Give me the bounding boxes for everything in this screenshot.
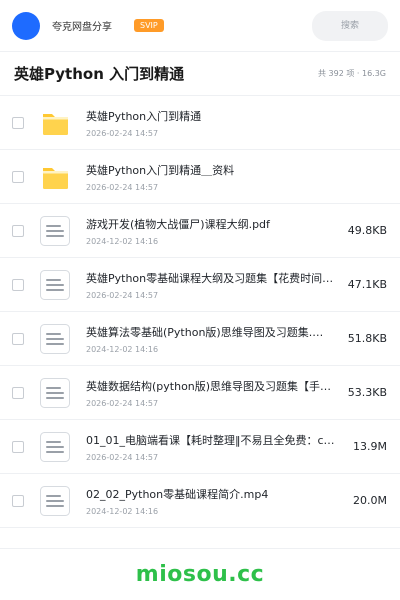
select-checkbox[interactable] <box>12 116 24 129</box>
file-date: 2026-02-24 14:57 <box>86 128 159 138</box>
footer: miosou.cc <box>0 548 400 600</box>
file-name: 游戏开发(植物大战僵尸)课程大纲.pdf <box>86 217 270 231</box>
folder-icon <box>38 160 72 194</box>
document-icon <box>38 484 72 518</box>
file-date: 2024-12-02 14:16 <box>86 344 159 354</box>
brand-watermark: miosou.cc <box>135 562 265 587</box>
file-meta: 英雄算法零基础(Python版)思维导图及习题集.… 2024-12-02 14… <box>86 324 336 354</box>
select-checkbox[interactable] <box>12 332 24 345</box>
file-date: 2026-02-24 14:57 <box>86 452 159 462</box>
select-checkbox[interactable] <box>12 386 24 399</box>
search-input[interactable] <box>312 10 388 41</box>
page-title: 英雄Python 入门到精通 <box>14 65 185 83</box>
avatar[interactable] <box>12 11 40 40</box>
file-row[interactable]: 02_02_Python零基础课程简介.mp4 2024-12-02 14:16… <box>0 474 400 528</box>
title-bar: 英雄Python 入门到精通 共 392 项 · 16.3G <box>0 52 400 96</box>
owner-name: 夸克网盘分享 <box>52 22 112 33</box>
file-name: 02_02_Python零基础课程简介.mp4 <box>86 487 269 501</box>
document-icon <box>38 430 72 464</box>
file-size: 53.3KB <box>347 386 387 399</box>
file-meta: 游戏开发(植物大战僵尸)课程大纲.pdf 2024-12-02 14:16 <box>86 216 336 246</box>
file-meta: 01_01_电脑端看课【耗时整理‖不易且全免费：c… 2026-02-24 14… <box>86 432 341 462</box>
share-page: 夸克网盘分享 SVIP 英雄Python 入门到精通 共 392 项 · 16.… <box>0 0 400 600</box>
document-icon <box>38 268 72 302</box>
svip-badge: SVIP <box>134 19 164 32</box>
file-row[interactable]: 英雄Python入门到精通＿资料 2026-02-24 14:57 <box>0 150 400 204</box>
file-name: 英雄Python零基础课程大纲及习题集【花费时间‖… <box>86 271 336 285</box>
file-date: 2026-02-24 14:57 <box>86 290 159 300</box>
file-date: 2026-02-24 14:57 <box>86 398 159 408</box>
file-row[interactable]: 英雄Python入门到精通 2026-02-24 14:57 <box>0 96 400 150</box>
file-name: 英雄Python入门到精通＿资料 <box>86 163 235 177</box>
file-name: 英雄算法零基础(Python版)思维导图及习题集.… <box>86 325 324 339</box>
file-meta: 02_02_Python零基础课程简介.mp4 2024-12-02 14:16 <box>86 486 341 516</box>
folder-icon <box>38 106 72 140</box>
file-size: 13.9M <box>353 440 387 453</box>
document-icon <box>38 376 72 410</box>
file-row[interactable]: 游戏开发(植物大战僵尸)课程大纲.pdf 2024-12-02 14:16 49… <box>0 204 400 258</box>
select-checkbox[interactable] <box>12 494 24 507</box>
share-header: 夸克网盘分享 SVIP <box>0 0 400 52</box>
file-date: 2026-02-24 14:57 <box>86 182 159 192</box>
file-row[interactable]: 01_01_电脑端看课【耗时整理‖不易且全免费：c… 2026-02-24 14… <box>0 420 400 474</box>
file-size: 47.1KB <box>347 278 387 291</box>
file-row[interactable]: 英雄数据结构(python版)思维导图及习题集【手… 2026-02-24 14… <box>0 366 400 420</box>
file-meta: 英雄Python入门到精通＿资料 2026-02-24 14:57 <box>86 162 375 192</box>
select-checkbox[interactable] <box>12 278 24 291</box>
file-name: 英雄Python入门到精通 <box>86 109 202 123</box>
file-meta: 英雄Python入门到精通 2026-02-24 14:57 <box>86 108 375 138</box>
select-checkbox[interactable] <box>12 440 24 453</box>
file-list: 英雄Python入门到精通 2026-02-24 14:57 英雄Python入… <box>0 96 400 528</box>
file-date: 2024-12-02 14:16 <box>86 236 159 246</box>
file-meta: 英雄数据结构(python版)思维导图及习题集【手… 2026-02-24 14… <box>86 378 336 408</box>
select-checkbox[interactable] <box>12 170 24 183</box>
file-size: 51.8KB <box>347 332 387 345</box>
file-row[interactable]: 英雄Python零基础课程大纲及习题集【花费时间‖… 2026-02-24 14… <box>0 258 400 312</box>
file-size: 49.8KB <box>347 224 387 237</box>
file-size: 20.0M <box>353 494 387 507</box>
document-icon <box>38 322 72 356</box>
file-name: 英雄数据结构(python版)思维导图及习题集【手… <box>86 379 332 393</box>
folder-stats: 共 392 项 · 16.3G <box>318 69 386 78</box>
file-meta: 英雄Python零基础课程大纲及习题集【花费时间‖… 2026-02-24 14… <box>86 270 336 300</box>
document-icon <box>38 214 72 248</box>
file-date: 2024-12-02 14:16 <box>86 506 159 516</box>
file-row[interactable]: 英雄算法零基础(Python版)思维导图及习题集.… 2024-12-02 14… <box>0 312 400 366</box>
file-name: 01_01_电脑端看课【耗时整理‖不易且全免费：c… <box>86 433 335 447</box>
select-checkbox[interactable] <box>12 224 24 237</box>
